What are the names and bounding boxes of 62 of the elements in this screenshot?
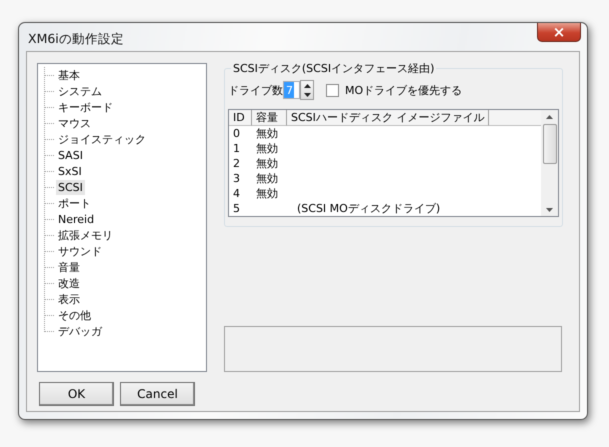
column-header[interactable]: SCSIハードディスク イメージファイル [287, 110, 490, 126]
tree-item[interactable]: システム [56, 84, 104, 98]
tree-item[interactable]: 音量 [56, 260, 82, 274]
down-arrow-icon[interactable] [546, 208, 553, 212]
drive-count-label: ドライブ数 [228, 82, 283, 98]
tree-line-icon [42, 227, 56, 243]
scrollbar[interactable] [541, 110, 558, 216]
window-title: XM6iの動作設定 [28, 30, 124, 48]
dialog-button[interactable]: Cancel [120, 382, 195, 406]
tree-item[interactable]: デバッガ [56, 324, 104, 338]
tree-line-icon [42, 275, 56, 291]
tree-line-icon [42, 99, 56, 115]
table-cell-text: 5 [232, 201, 241, 216]
tree-item[interactable]: SCSI [56, 180, 85, 194]
tree-item[interactable]: 改造 [56, 276, 82, 290]
tree-item[interactable]: ジョイスティック [56, 132, 148, 146]
column-header[interactable]: 容量 [252, 110, 287, 126]
table-cell-text: 無効 [256, 186, 279, 201]
tree-item[interactable]: サウンド [56, 244, 104, 258]
table-cell-text: 無効 [256, 141, 279, 156]
tree-line-icon [42, 259, 56, 275]
tree-item[interactable]: キーボード [56, 100, 115, 114]
tree-line-icon [42, 147, 56, 163]
tree-line-icon [42, 211, 56, 227]
tree-item[interactable]: 表示 [56, 292, 82, 306]
tree-line-icon [42, 179, 56, 195]
tree-item[interactable]: Nereid [56, 212, 96, 226]
tree-item[interactable]: 基本 [56, 68, 82, 82]
table-cell-text: (SCSI MOディスクドライブ) [296, 201, 440, 216]
tree-line-icon [42, 163, 56, 179]
table-cell-text: 無効 [256, 171, 279, 186]
table-cell-text: 3 [232, 171, 241, 186]
table-cell-text: 0 [232, 126, 241, 141]
table-cell-text: 4 [232, 186, 241, 201]
tree-item[interactable]: SASI [56, 148, 85, 162]
column-header[interactable]: ID [229, 110, 252, 126]
tree-line-icon [42, 115, 56, 131]
tree-item[interactable]: マウス [56, 116, 93, 130]
table-cell-text: 無効 [256, 156, 279, 171]
dialog-button[interactable]: OK [39, 382, 114, 406]
checkbox[interactable] [326, 84, 339, 96]
tree-item[interactable]: その他 [56, 308, 93, 322]
tree-line-icon [42, 243, 56, 259]
checkbox-label: MOドライブを優先する [345, 82, 462, 98]
tree-item[interactable]: ポート [56, 196, 93, 210]
close-button[interactable]: × [537, 23, 581, 42]
scroll-thumb[interactable] [542, 124, 556, 164]
up-arrow-icon[interactable] [546, 115, 553, 119]
up-arrow-icon [304, 84, 310, 88]
tree-item[interactable]: SxSI [56, 164, 84, 178]
table-cell-text: 無効 [256, 126, 279, 141]
spin-buttons[interactable] [300, 80, 314, 100]
group-title: SCSIディスク(SCSIインタフェース経由) [231, 61, 436, 76]
tree-item[interactable]: 拡張メモリ [56, 228, 115, 242]
tree-line-icon [42, 67, 56, 83]
tree-line-icon [42, 291, 56, 307]
down-arrow-icon [304, 92, 310, 96]
table-cell-text: 1 [232, 141, 241, 156]
tree-line-icon [42, 195, 56, 211]
tree-line-icon [42, 131, 56, 147]
tree-line-icon [42, 83, 56, 99]
table-cell-text: 2 [232, 156, 241, 171]
